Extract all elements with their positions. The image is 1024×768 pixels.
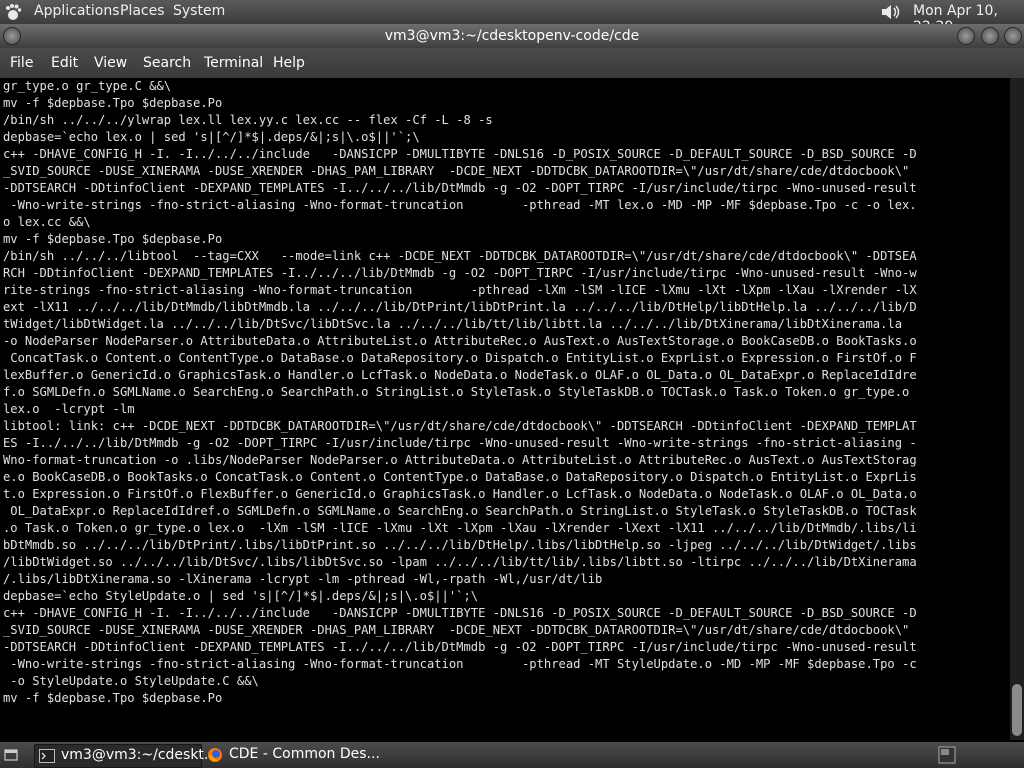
- menu-system[interactable]: System: [173, 3, 225, 19]
- terminal-line: -o NodeParser NodeParser.o AttributeData…: [3, 334, 917, 348]
- menu-help[interactable]: Help: [273, 55, 305, 71]
- terminal-line: /bin/sh ../../../ylwrap lex.ll lex.yy.c …: [3, 113, 493, 127]
- terminal-line: -o StyleUpdate.o StyleUpdate.C &&\: [3, 674, 259, 688]
- terminal-line: o lex.cc &&\: [3, 215, 91, 229]
- firefox-icon: [208, 748, 222, 762]
- gnome-foot-icon[interactable]: [4, 3, 22, 21]
- terminal-line: ConcatTask.o Content.o ContentType.o Dat…: [3, 351, 917, 365]
- task-terminal[interactable]: vm3@vm3:~/cdeskt...: [34, 744, 217, 768]
- terminal-scrollbar[interactable]: [1010, 78, 1024, 740]
- terminal-line: ES -I../../../lib/DtMmdb -g -O2 -DOPT_TI…: [3, 436, 917, 450]
- task-browser[interactable]: CDE - Common Des...: [203, 744, 380, 766]
- terminal-line: /bin/sh ../../../libtool --tag=CXX --mod…: [3, 249, 917, 263]
- terminal-line: depbase=`echo StyleUpdate.o | sed 's|[^/…: [3, 589, 479, 603]
- terminal-line: depbase=`echo lex.o | sed 's|[^/]*$|.dep…: [3, 130, 420, 144]
- terminal-line: _SVID_SOURCE -DUSE_XINERAMA -DUSE_XRENDE…: [3, 623, 910, 637]
- task-label: vm3@vm3:~/cdeskt...: [61, 747, 218, 763]
- terminal-line: t.o Expression.o FirstOf.o FlexBuffer.o …: [3, 487, 917, 501]
- terminal-icon: [39, 749, 55, 763]
- terminal-text[interactable]: gr_type.o gr_type.C &&\ mv -f $depbase.Tp…: [0, 78, 1010, 707]
- terminal-line: bDtMmdb.so ../../../lib/DtPrint/.libs/li…: [3, 538, 917, 552]
- terminal-line: mv -f $depbase.Tpo $depbase.Po: [3, 232, 223, 246]
- scrollbar-thumb[interactable]: [1012, 684, 1022, 736]
- terminal-line: c++ -DHAVE_CONFIG_H -I. -I../../../inclu…: [3, 147, 917, 161]
- terminal-line: OL_DataExpr.o ReplaceIdIdref.o SGMLDefn.…: [3, 504, 917, 518]
- terminal-line: /libDtWidget.so ../../../lib/DtSvc/.libs…: [3, 555, 917, 569]
- terminal-line: -Wno-write-strings -fno-strict-aliasing …: [3, 657, 917, 671]
- terminal-line: _SVID_SOURCE -DUSE_XINERAMA -DUSE_XRENDE…: [3, 164, 910, 178]
- menu-terminal[interactable]: Terminal: [204, 55, 263, 71]
- terminal-output[interactable]: gr_type.o gr_type.C &&\ mv -f $depbase.Tp…: [0, 78, 1010, 740]
- terminal-line: /.libs/libDtXinerama.so -lXinerama -lcry…: [3, 572, 603, 586]
- terminal-line: libtool: link: c++ -DCDE_NEXT -DDTDCBK_D…: [3, 419, 917, 433]
- terminal-line: .o Task.o Token.o gr_type.o lex.o -lXm -…: [3, 521, 917, 535]
- terminal-line: e.o BookCaseDB.o BookTasks.o ConcatTask.…: [3, 470, 917, 484]
- terminal-line: mv -f $depbase.Tpo $depbase.Po: [3, 96, 223, 110]
- terminal-line: -DDTSEARCH -DDtinfoClient -DEXPAND_TEMPL…: [3, 181, 917, 195]
- terminal-line: c++ -DHAVE_CONFIG_H -I. -I../../../inclu…: [3, 606, 917, 620]
- menu-view[interactable]: View: [94, 55, 127, 71]
- close-button[interactable]: [1004, 27, 1022, 45]
- terminal-line: gr_type.o gr_type.C &&\: [3, 79, 172, 93]
- menu-places[interactable]: Places: [120, 3, 165, 19]
- menu-file[interactable]: File: [10, 55, 33, 71]
- top-panel: Applications Places System Mon Apr 10, 2…: [0, 0, 1024, 35]
- task-label: CDE - Common Des...: [229, 746, 380, 762]
- volume-icon[interactable]: [880, 3, 902, 21]
- desktop-icon[interactable]: [938, 746, 956, 764]
- terminal-line: lexBuffer.o GenericId.o GraphicsTask.o H…: [3, 368, 917, 382]
- terminal-line: f.o SGMLDefn.o SGMLName.o SearchEng.o Se…: [3, 385, 910, 399]
- terminal-line: rite-strings -fno-strict-aliasing -Wno-f…: [3, 283, 917, 297]
- menu-edit[interactable]: Edit: [51, 55, 78, 71]
- show-desktop-icon[interactable]: [4, 748, 18, 762]
- terminal-line: -DDTSEARCH -DDtinfoClient -DEXPAND_TEMPL…: [3, 640, 917, 654]
- terminal-line: lex.o -lcrypt -lm: [3, 402, 135, 416]
- menu-search[interactable]: Search: [143, 55, 191, 71]
- terminal-line: Wno-format-truncation -o .libs/NodeParse…: [3, 453, 917, 467]
- terminal-line: -Wno-write-strings -fno-strict-aliasing …: [3, 198, 917, 212]
- terminal-line: ext -lX11 ../../../lib/DtMmdb/libDtMmdb.…: [3, 300, 917, 314]
- terminal-line: RCH -DDtinfoClient -DEXPAND_TEMPLATES -I…: [3, 266, 917, 280]
- menu-applications[interactable]: Applications: [34, 3, 120, 19]
- bottom-panel: vm3@vm3:~/cdeskt... CDE - Common Des...: [0, 742, 1024, 768]
- terminal-line: mv -f $depbase.Tpo $depbase.Po: [3, 691, 223, 705]
- maximize-button[interactable]: [981, 27, 999, 45]
- terminal-menubar: File Edit View Search Terminal Help: [0, 48, 1024, 78]
- terminal-line: tWidget/libDtWidget.la ../../../lib/DtSv…: [3, 317, 903, 331]
- window-titlebar[interactable]: vm3@vm3:~/cdesktopenv-code/cde: [0, 24, 1024, 48]
- minimize-button[interactable]: [957, 27, 975, 45]
- window-title: vm3@vm3:~/cdesktopenv-code/cde: [384, 28, 640, 44]
